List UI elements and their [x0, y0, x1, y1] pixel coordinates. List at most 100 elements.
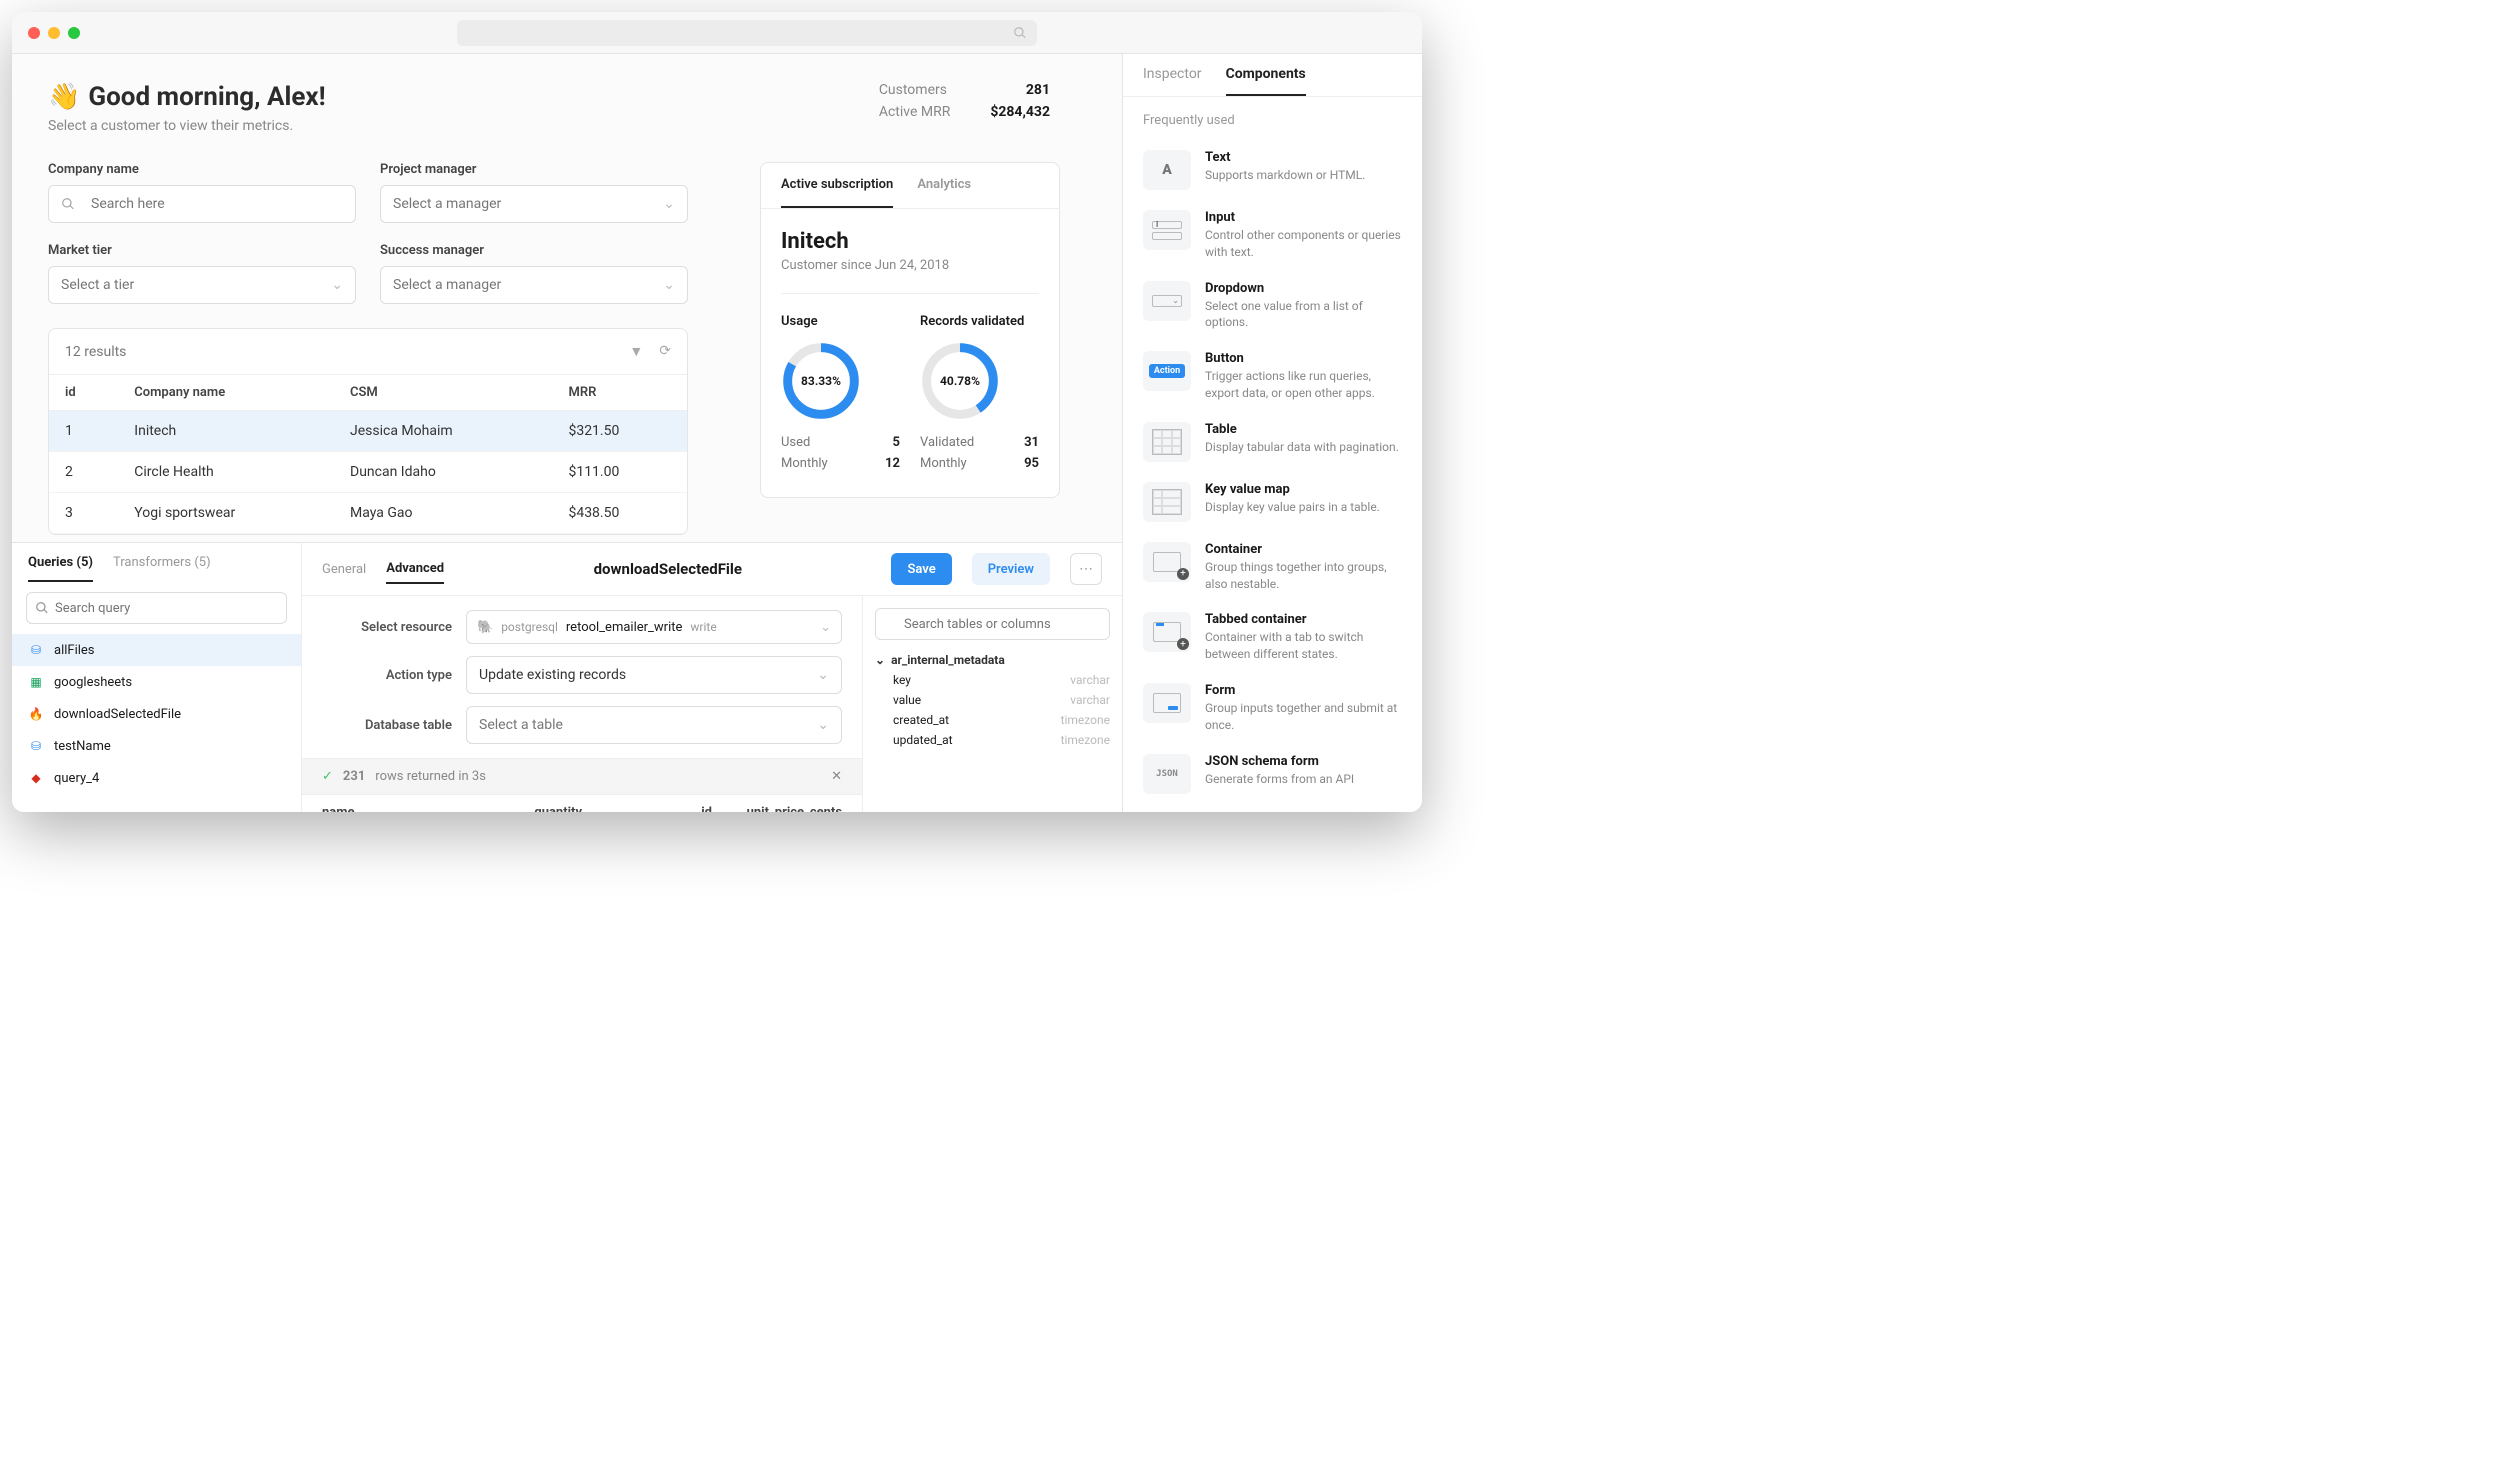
mrr-value: $284,432 [990, 104, 1050, 120]
records-donut: 40.78% [920, 341, 1000, 421]
table-row[interactable]: 1InitechJessica Mohaim$321.50 [49, 411, 687, 452]
query-sidebar: Queries (5) Transformers (5) ⛁allFiles ▦… [12, 543, 302, 812]
schema-column[interactable]: keyvarchar [875, 670, 1110, 690]
th-id[interactable]: id [49, 375, 118, 411]
schema-column[interactable]: valuevarchar [875, 690, 1110, 710]
titlebar [12, 12, 1422, 54]
search-icon [1013, 26, 1027, 40]
schema-table[interactable]: ⌄ar_internal_metadata [875, 650, 1110, 670]
filter-icon[interactable]: ▼ [629, 343, 643, 360]
query-search-input[interactable] [26, 592, 287, 624]
maximize-button[interactable] [68, 27, 80, 39]
chevron-down-icon: ⌄ [817, 667, 829, 683]
right-panel: Inspector Components Frequently used ATe… [1122, 54, 1422, 812]
greeting: 👋 Good morning, Alex! Select a customer t… [48, 82, 326, 134]
database-icon: ⛁ [28, 738, 44, 754]
usage-donut: 83.33% [781, 341, 861, 421]
query-item[interactable]: ◆query_4 [12, 762, 301, 794]
col-quantity: quantity [452, 805, 582, 812]
search-icon [61, 197, 75, 211]
th-csm[interactable]: CSM [334, 375, 552, 411]
table-row[interactable]: 3Yogi sportswearMaya Gao$438.50 [49, 493, 687, 534]
query-result-toast: ✓ 231 rows returned in 3s ✕ [302, 758, 862, 794]
customers-label: Customers [879, 82, 947, 98]
tab-inspector[interactable]: Inspector [1143, 66, 1202, 96]
component-input[interactable]: IInputControl other components or querie… [1143, 200, 1402, 271]
mrr-label: Active MRR [879, 104, 951, 120]
component-text[interactable]: ATextSupports markdown or HTML. [1143, 140, 1402, 200]
preview-button[interactable]: Preview [972, 553, 1050, 585]
chevron-down-icon: ⌄ [817, 717, 829, 733]
component-button[interactable]: ActionButtonTrigger actions like run que… [1143, 341, 1402, 412]
firebase-icon: 🔥 [28, 706, 44, 722]
query-item[interactable]: ⛁testName [12, 730, 301, 762]
greeting-title: Good morning, Alex! [88, 82, 325, 112]
schema-search-input[interactable] [875, 608, 1110, 640]
sm-label: Success manager [380, 243, 688, 258]
schema-column[interactable]: updated_attimezone [875, 730, 1110, 750]
tab-general[interactable]: General [322, 556, 366, 583]
detail-card: Active subscription Analytics Initech Cu… [760, 162, 1060, 498]
refresh-icon[interactable]: ⟳ [659, 343, 671, 360]
url-bar[interactable] [457, 20, 1037, 46]
component-form[interactable]: FormGroup inputs together and submit at … [1143, 673, 1402, 744]
action-select[interactable]: Update existing records⌄ [466, 656, 842, 694]
close-icon[interactable]: ✕ [831, 769, 842, 784]
close-button[interactable] [28, 27, 40, 39]
save-button[interactable]: Save [891, 553, 951, 585]
tab-active-subscription[interactable]: Active subscription [781, 163, 893, 208]
greeting-subtitle: Select a customer to view their metrics. [48, 118, 326, 134]
chevron-down-icon: ⌄ [331, 277, 343, 293]
query-editor: General Advanced downloadSelectedFile Sa… [302, 543, 1122, 812]
minimize-button[interactable] [48, 27, 60, 39]
customer-table: 12 results ▼ ⟳ id Company nam [48, 328, 688, 535]
company-search-input[interactable]: Search here [48, 185, 356, 223]
th-mrr[interactable]: MRR [552, 375, 687, 411]
sm-select[interactable]: Select a manager⌄ [380, 266, 688, 304]
tier-select[interactable]: Select a tier⌄ [48, 266, 356, 304]
tab-components[interactable]: Components [1226, 66, 1306, 96]
records-title: Records validated [920, 314, 1039, 329]
th-company[interactable]: Company name [118, 375, 334, 411]
tab-queries[interactable]: Queries (5) [28, 555, 93, 582]
component-tabbed-container[interactable]: +Tabbed containerContainer with a tab to… [1143, 602, 1402, 673]
company-label: Company name [48, 162, 356, 177]
input-icon: I [1143, 210, 1191, 250]
pm-select[interactable]: Select a manager⌄ [380, 185, 688, 223]
component-dropdown[interactable]: ⌄DropdownSelect one value from a list of… [1143, 271, 1402, 342]
table-row[interactable]: 2Circle HealthDuncan Idaho$111.00 [49, 452, 687, 493]
dbtable-select[interactable]: Select a table⌄ [466, 706, 842, 744]
pm-label: Project manager [380, 162, 688, 177]
chevron-down-icon: ⌄ [663, 277, 675, 293]
dropdown-icon: ⌄ [1143, 281, 1191, 321]
section-label: Frequently used [1143, 113, 1402, 128]
customer-name: Initech [781, 229, 1039, 254]
component-kv-map[interactable]: Key value mapDisplay key value pairs in … [1143, 472, 1402, 532]
schema-column[interactable]: created_attimezone [875, 710, 1110, 730]
component-container[interactable]: +ContainerGroup things together into gro… [1143, 532, 1402, 603]
resource-select[interactable]: 🐘 postgresql retool_emailer_write write … [466, 610, 842, 644]
query-item[interactable]: ▦googlesheets [12, 666, 301, 698]
query-item[interactable]: 🔥downloadSelectedFile [12, 698, 301, 730]
tabbed-container-icon: + [1143, 612, 1191, 652]
result-header-row: name quantity id unit_price_cents [302, 794, 862, 812]
tab-advanced[interactable]: Advanced [386, 555, 444, 584]
check-icon: ✓ [322, 769, 333, 784]
tab-transformers[interactable]: Transformers (5) [113, 555, 211, 582]
kv-icon [1143, 482, 1191, 522]
component-table[interactable]: TableDisplay tabular data with paginatio… [1143, 412, 1402, 472]
tier-label: Market tier [48, 243, 356, 258]
chevron-down-icon: ⌄ [663, 196, 675, 212]
wave-icon: 👋 [48, 82, 80, 112]
more-button[interactable]: ⋯ [1070, 553, 1102, 585]
tab-analytics[interactable]: Analytics [917, 163, 971, 208]
json-icon: JSON [1143, 754, 1191, 794]
dbtable-label: Database table [322, 718, 452, 733]
customer-since: Customer since Jun 24, 2018 [781, 258, 1039, 273]
table-icon [1143, 422, 1191, 462]
chevron-down-icon: ⌄ [820, 620, 831, 635]
query-title: downloadSelectedFile [464, 560, 871, 578]
component-json-form[interactable]: JSONJSON schema formGenerate forms from … [1143, 744, 1402, 804]
form-icon [1143, 683, 1191, 723]
query-item[interactable]: ⛁allFiles [12, 634, 301, 666]
